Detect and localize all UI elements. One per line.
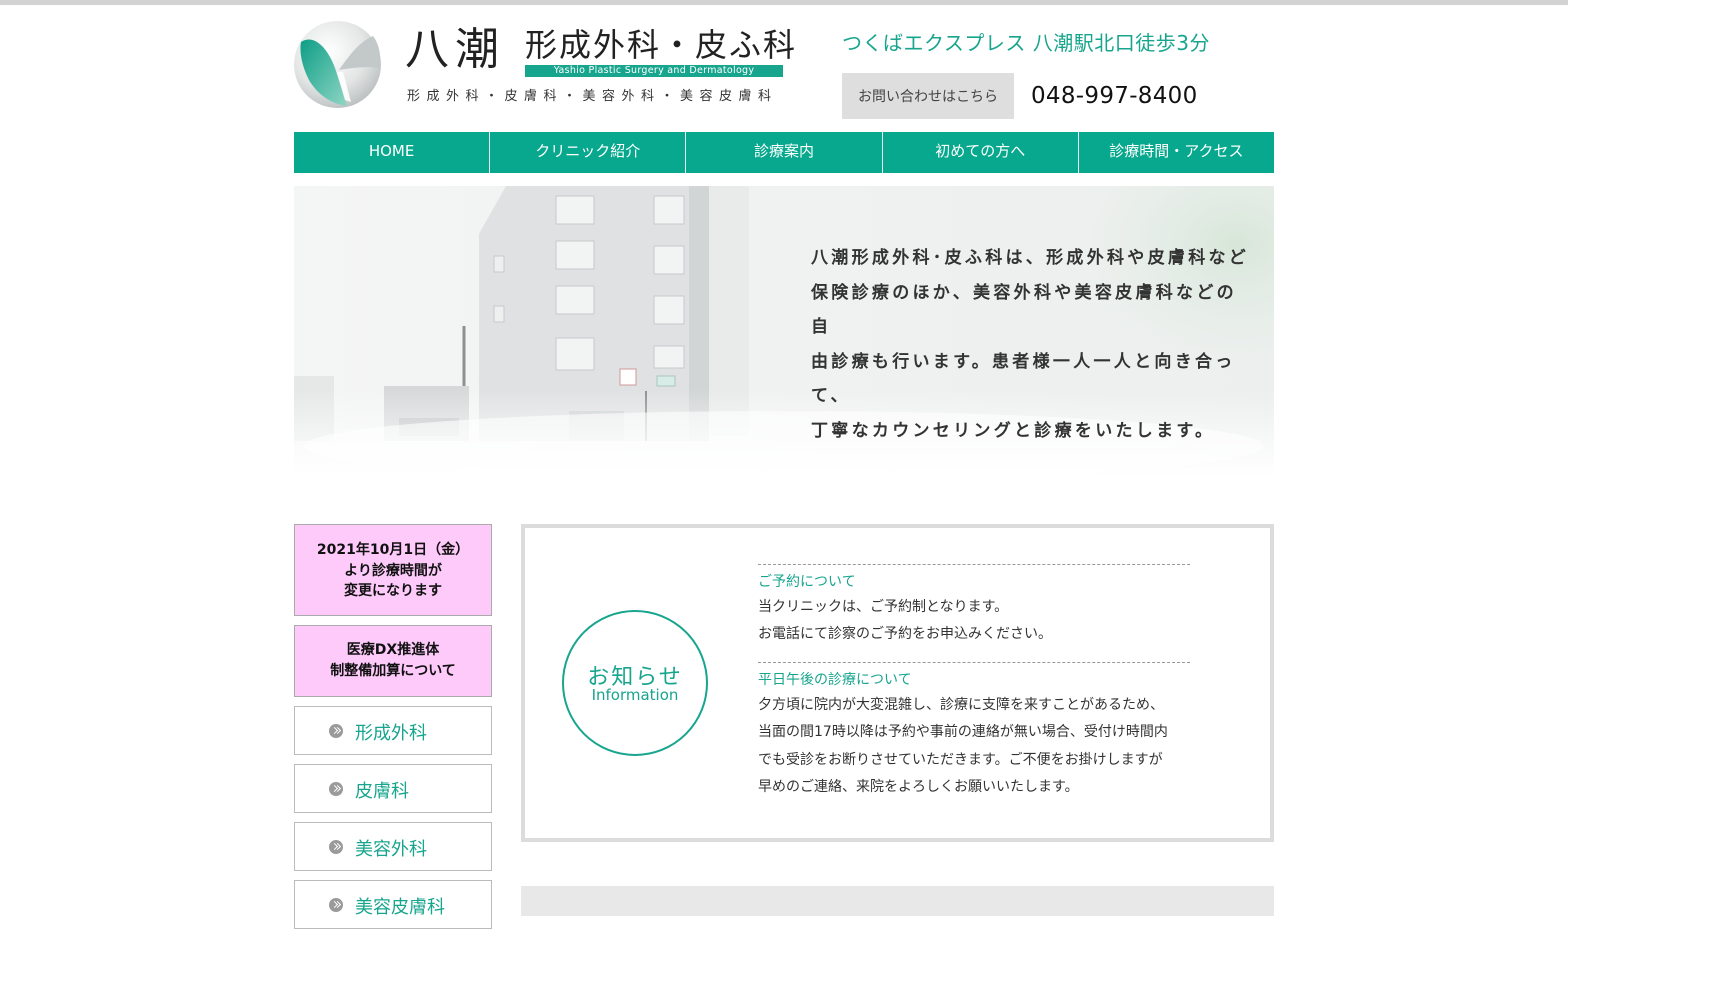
info-line: 早めのご連絡、来院をよろしくお願いいたします。 <box>758 778 1079 795</box>
info-item-body: 夕方頃に院内が大変混雑し、診療に支障を来すことがあるため、 当面の間17時以降は… <box>758 692 1190 801</box>
sidebar-link-cosmetic-dermatology[interactable]: 美容皮膚科 <box>294 880 492 929</box>
sidebar-link-label: 美容皮膚科 <box>355 897 445 918</box>
nav-home[interactable]: HOME <box>294 132 491 173</box>
clinic-logo-icon[interactable] <box>293 20 382 109</box>
info-item-afternoon: 平日午後の診療について 夕方頃に院内が大変混雑し、診療に支障を来すことがあるため… <box>758 662 1190 801</box>
info-line: 当面の間17時以降は予約や事前の連絡が無い場合、受付け時間内 <box>758 724 1168 741</box>
info-item-title: ご予約について <box>758 574 856 590</box>
next-section-panel <box>521 886 1274 916</box>
information-badge: お知らせ Information <box>562 610 708 756</box>
info-line: 夕方頃に院内が大変混雑し、診療に支障を来すことがあるため、 <box>758 697 1164 713</box>
info-line: でも受診をお断りさせていただきます。ご不便をお掛けしますが <box>758 751 1163 768</box>
hero-line: 八潮形成外科･皮ふ科は、形成外科や皮膚科など <box>811 248 1250 268</box>
double-chevron-icon <box>329 898 343 912</box>
notice-line: 制整備加算について <box>330 662 456 679</box>
notice-line: 2021年10月1日（金） <box>316 542 470 558</box>
nav-first-visit[interactable]: 初めての方へ <box>882 132 1079 173</box>
hero-message: 八潮形成外科･皮ふ科は、形成外科や皮膚科など 保険診療のほか、美容外科や美容皮膚… <box>811 241 1251 448</box>
notice-line: 医療DX推進体 <box>346 642 440 658</box>
nav-clinic[interactable]: クリニック紹介 <box>490 132 687 173</box>
info-item-reservation: ご予約について 当クリニックは、ご予約制となります。 お電話にて診察のご予約をお… <box>758 564 1190 649</box>
contact-button[interactable]: お問い合わせはこちら <box>842 73 1014 119</box>
main-nav: HOME クリニック紹介 診療案内 初めての方へ 診療時間・アクセス <box>294 132 1275 173</box>
hero-line: 保険診療のほか、美容外科や美容皮膚科などの自 <box>811 282 1237 338</box>
logo-subtitle: 形成外科・皮ふ科 <box>525 26 798 64</box>
access-info: つくばエクスプレス 八潮駅北口徒歩3分 <box>842 31 1210 55</box>
sidebar-link-label: 皮膚科 <box>355 781 409 802</box>
nav-treatment[interactable]: 診療案内 <box>686 132 883 173</box>
nav-hours-access[interactable]: 診療時間・アクセス <box>1078 132 1275 173</box>
sidebar-link-dermatology[interactable]: 皮膚科 <box>294 764 492 813</box>
top-bar <box>0 0 1568 5</box>
double-chevron-icon <box>329 724 343 738</box>
phone-number[interactable]: 048-997-8400 <box>1031 83 1198 109</box>
medical-dx-notice[interactable]: 医療DX推進体 制整備加算について <box>294 625 492 697</box>
logo-title: 八潮 <box>405 24 505 75</box>
info-item-body: 当クリニックは、ご予約制となります。 お電話にて診察のご予約をお申込みください。 <box>758 594 1190 649</box>
sidebar-link-cosmetic-surgery[interactable]: 美容外科 <box>294 822 492 871</box>
double-chevron-icon <box>329 840 343 854</box>
notice-line: より診療時間が <box>344 562 442 579</box>
sidebar-link-label: 形成外科 <box>355 723 427 744</box>
sidebar-link-plastic-surgery[interactable]: 形成外科 <box>294 706 492 755</box>
information-heading-en: Information <box>591 686 679 704</box>
info-item-title: 平日午後の診療について <box>758 672 912 688</box>
info-line: 当クリニックは、ご予約制となります。 <box>758 599 1009 615</box>
logo-tagline: 形成外科・皮膚科・美容外科・美容皮膚科 <box>407 89 778 104</box>
double-chevron-icon <box>329 782 343 796</box>
hero-line: 丁寧なカウンセリングと診療をいたします。 <box>811 420 1216 441</box>
notice-line: 変更になります <box>344 583 442 599</box>
sidebar-link-label: 美容外科 <box>355 839 427 860</box>
logo-english: Yashio Plastic Surgery and Dermatology <box>525 65 783 77</box>
info-line: お電話にて診察のご予約をお申込みください。 <box>758 626 1052 643</box>
information-panel: お知らせ Information ご予約について 当クリニックは、ご予約制となり… <box>521 524 1274 842</box>
hero-banner: 八潮形成外科･皮ふ科は、形成外科や皮膚科など 保険診療のほか、美容外科や美容皮膚… <box>294 186 1274 476</box>
hero-line: 由診療も行います。患者様一人一人と向き合って、 <box>811 351 1236 407</box>
schedule-change-notice[interactable]: 2021年10月1日（金） より診療時間が 変更になります <box>294 524 492 616</box>
